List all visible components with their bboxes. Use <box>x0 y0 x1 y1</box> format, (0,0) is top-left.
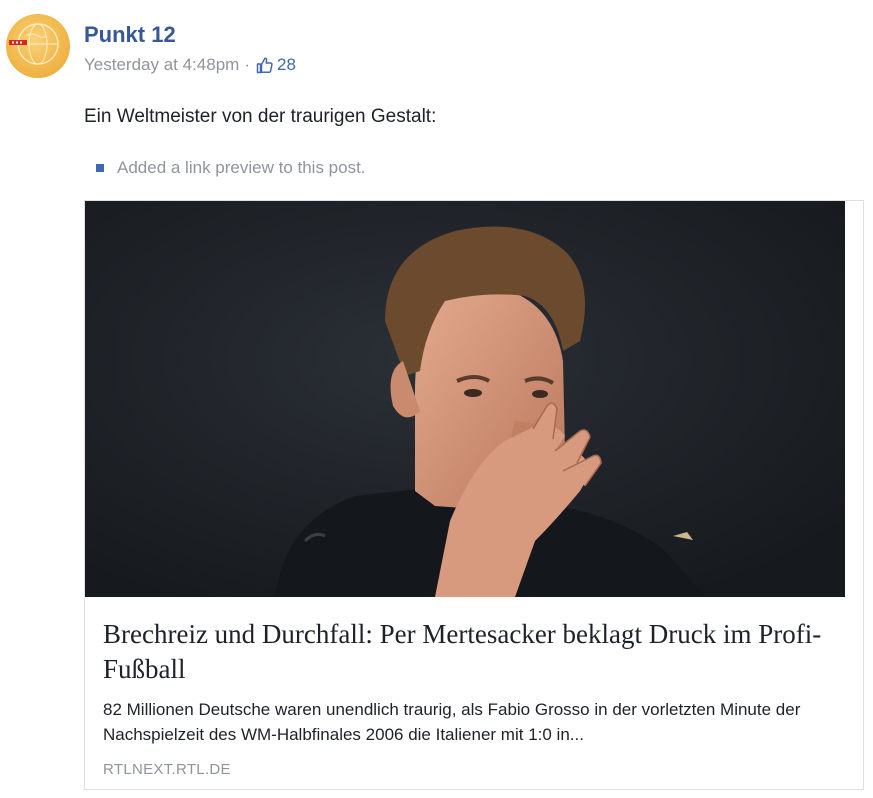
link-domain: RTLNEXT.RTL.DE <box>103 761 231 778</box>
page-avatar[interactable] <box>6 14 70 78</box>
page-name-link[interactable]: Punkt 12 <box>84 22 176 48</box>
post-text: Ein Weltmeister von der traurigen Gestal… <box>84 106 437 127</box>
meta-separator: · <box>244 55 250 74</box>
link-preview-image[interactable] <box>85 201 845 597</box>
link-preview-card[interactable]: Brechreiz und Durchfall: Per Mertesacker… <box>84 200 864 790</box>
post-meta: Yesterday at 4:48pm · 28 <box>84 55 296 75</box>
link-description: 82 Millionen Deutsche waren unendlich tr… <box>103 700 801 744</box>
square-bullet-icon <box>96 164 104 172</box>
post-timestamp[interactable]: Yesterday at 4:48pm <box>84 55 239 75</box>
like-count[interactable]: 28 <box>255 55 296 75</box>
edit-note-text: Added a link preview to this post. <box>117 158 366 177</box>
link-title[interactable]: Brechreiz und Durchfall: Per Mertesacker… <box>103 617 843 687</box>
edit-note: Added a link preview to this post. <box>96 158 366 178</box>
player-photo <box>85 201 845 597</box>
like-count-value: 28 <box>276 55 296 74</box>
globe-logo-icon <box>9 23 59 65</box>
thumbs-up-icon <box>256 57 273 74</box>
